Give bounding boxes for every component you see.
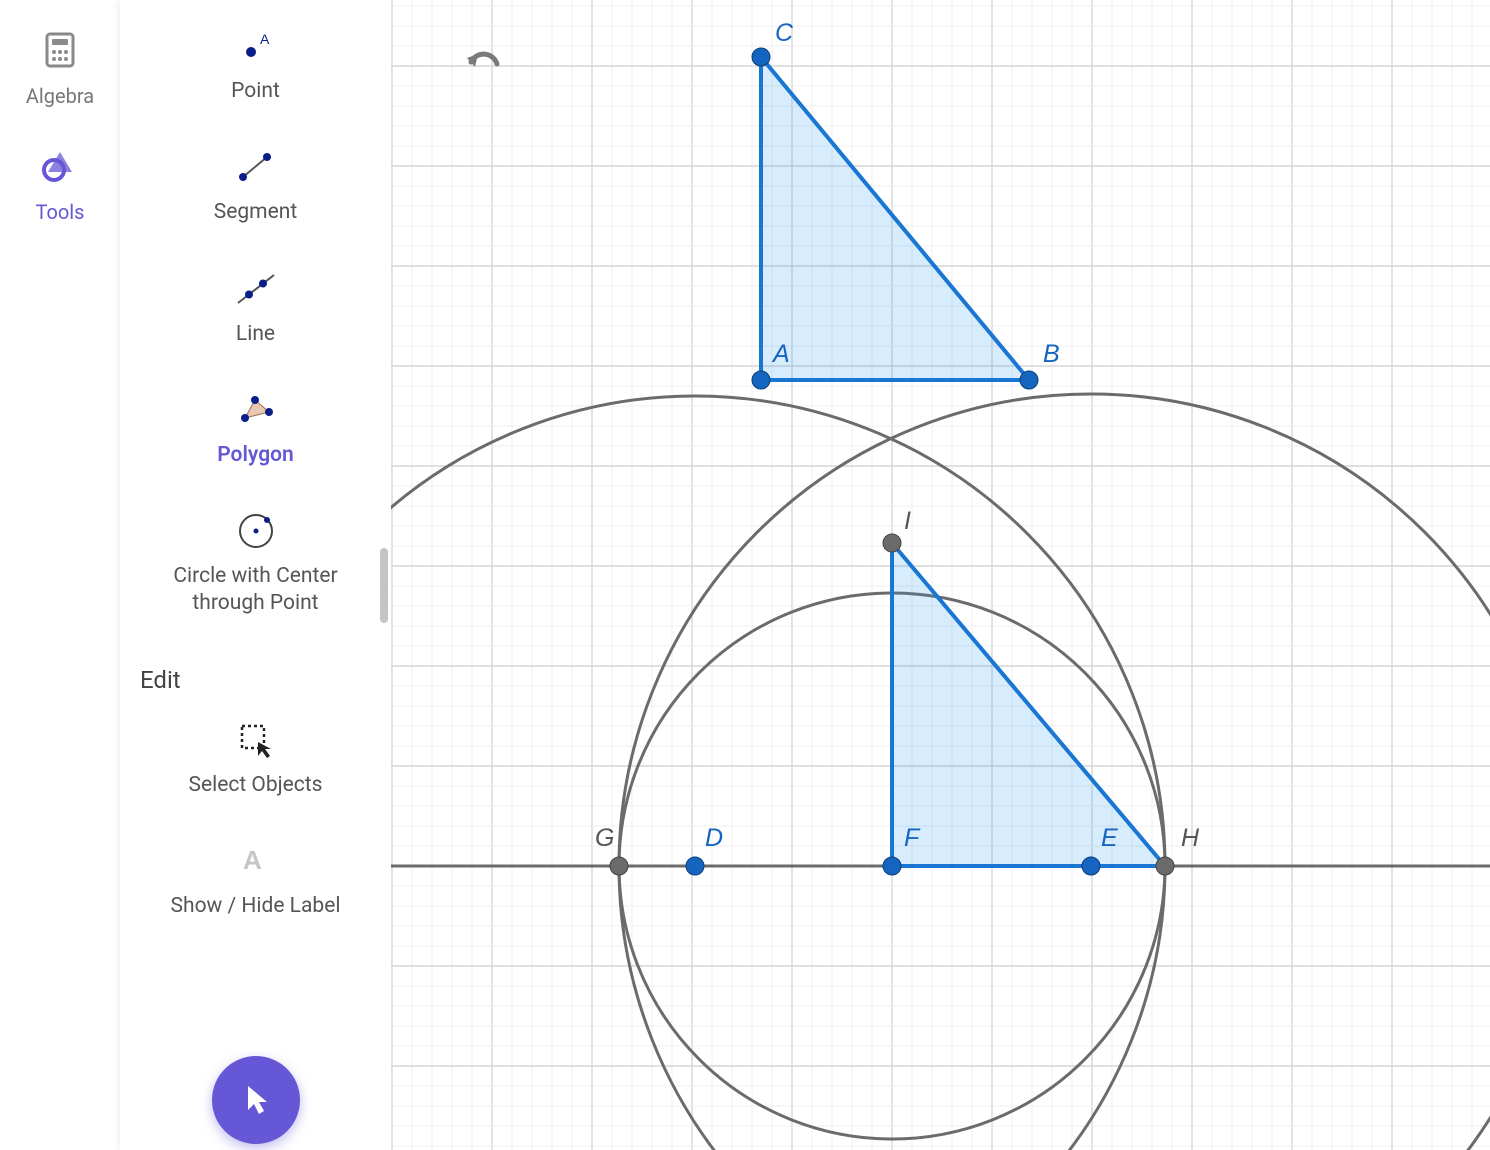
point-label-G: G: [595, 824, 614, 852]
tools-icon: [38, 144, 82, 192]
point-A[interactable]: [752, 371, 770, 389]
point-G[interactable]: [610, 857, 628, 875]
polygon-ABC[interactable]: [761, 57, 1029, 380]
tool-label: Point: [231, 78, 280, 105]
calculator-icon: [38, 28, 82, 76]
point-C[interactable]: [752, 48, 770, 66]
svg-text:A: A: [260, 31, 270, 47]
undo-icon: [461, 44, 503, 86]
tool-label: Line: [236, 321, 275, 348]
point-E[interactable]: [1082, 857, 1100, 875]
point-label-D: D: [705, 824, 723, 852]
point-label-H: H: [1181, 824, 1200, 852]
point-I[interactable]: [883, 534, 901, 552]
point-tool-icon: A: [233, 24, 277, 68]
nav-item-algebra[interactable]: Algebra: [26, 28, 94, 108]
point-label-E: E: [1101, 824, 1118, 852]
select-objects-icon: [234, 718, 278, 762]
tool-select-objects[interactable]: Select Objects: [188, 718, 322, 799]
nav-label-tools: Tools: [36, 200, 85, 224]
line-tool-icon: [234, 267, 278, 311]
point-F[interactable]: [883, 857, 901, 875]
tool-label: Show / Hide Label: [171, 893, 341, 920]
tool-segment[interactable]: Segment: [214, 145, 297, 226]
grid: [391, 0, 1490, 1150]
cursor-icon: [236, 1078, 276, 1122]
label-tool-icon: A: [233, 839, 277, 883]
scrollbar-thumb[interactable]: [380, 548, 388, 623]
edit-section-header: Edit: [140, 666, 181, 694]
tools-panel: A Point Segment: [120, 0, 391, 1150]
point-label-I: I: [904, 507, 911, 535]
point-label-A: A: [771, 340, 790, 368]
mode-fab[interactable]: [212, 1056, 300, 1144]
polygon-FHI[interactable]: [892, 543, 1165, 866]
tool-label: Segment: [214, 199, 297, 226]
tool-polygon[interactable]: Polygon: [217, 388, 294, 469]
nav-label-algebra: Algebra: [26, 84, 94, 108]
tool-label: Polygon: [217, 442, 294, 469]
tool-line[interactable]: Line: [234, 267, 278, 348]
tool-point[interactable]: A Point: [231, 24, 280, 105]
nav-sidebar: Algebra Tools: [0, 0, 120, 1150]
tool-label: Circle with Center through Point: [166, 563, 346, 618]
point-label-B: B: [1043, 340, 1060, 368]
tool-label: Select Objects: [188, 772, 322, 799]
geometry-canvas[interactable]: A B C D E F G H I: [391, 0, 1490, 1150]
point-H[interactable]: [1156, 857, 1174, 875]
point-label-F: F: [904, 824, 921, 852]
undo-button[interactable]: [461, 44, 503, 90]
svg-text:A: A: [243, 845, 262, 875]
point-B[interactable]: [1020, 371, 1038, 389]
nav-item-tools[interactable]: Tools: [36, 144, 85, 224]
point-D[interactable]: [686, 857, 704, 875]
tool-circle[interactable]: Circle with Center through Point: [166, 509, 346, 618]
circle-tool-icon: [234, 509, 278, 553]
segment-tool-icon: [233, 145, 277, 189]
point-label-C: C: [775, 19, 794, 47]
polygon-tool-icon: [233, 388, 277, 432]
tool-show-hide-label[interactable]: A Show / Hide Label: [171, 839, 341, 920]
